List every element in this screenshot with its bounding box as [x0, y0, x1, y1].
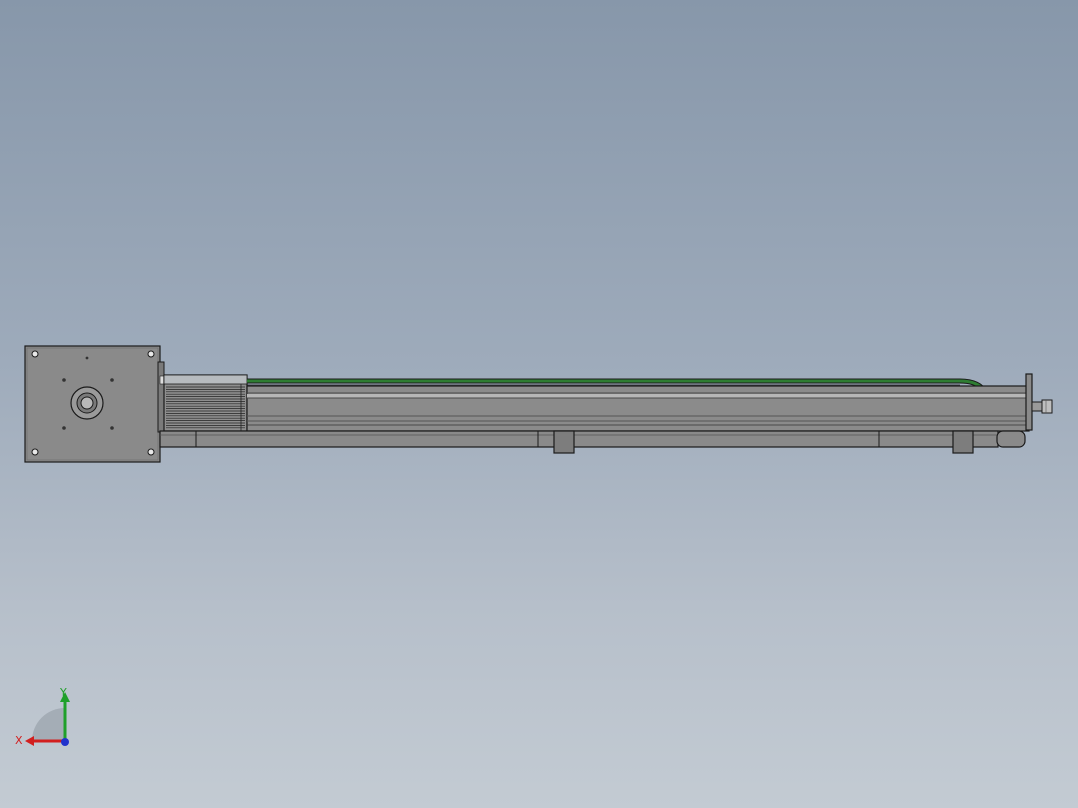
actuator-profile[interactable] [246, 385, 1030, 432]
graphics-viewport[interactable]: Y X [0, 0, 1078, 808]
x-axis-arrowhead [25, 736, 34, 746]
servo-motor[interactable] [163, 374, 248, 432]
x-axis-label: X [15, 734, 23, 747]
end-cap[interactable] [1025, 373, 1053, 431]
linear-actuator-model[interactable] [0, 0, 1078, 808]
motor-mounting-plate[interactable] [24, 345, 161, 463]
motor-coupling[interactable] [157, 361, 165, 433]
triad-quadrant [32, 708, 65, 741]
mounting-foot-1[interactable] [553, 430, 575, 454]
reference-triad[interactable]: Y X [10, 684, 80, 754]
mounting-foot-2[interactable] [952, 430, 974, 454]
shaft-bore [70, 386, 104, 420]
base-rail[interactable] [159, 430, 1026, 448]
y-axis-label: Y [59, 686, 67, 699]
z-axis-dot [61, 738, 69, 746]
